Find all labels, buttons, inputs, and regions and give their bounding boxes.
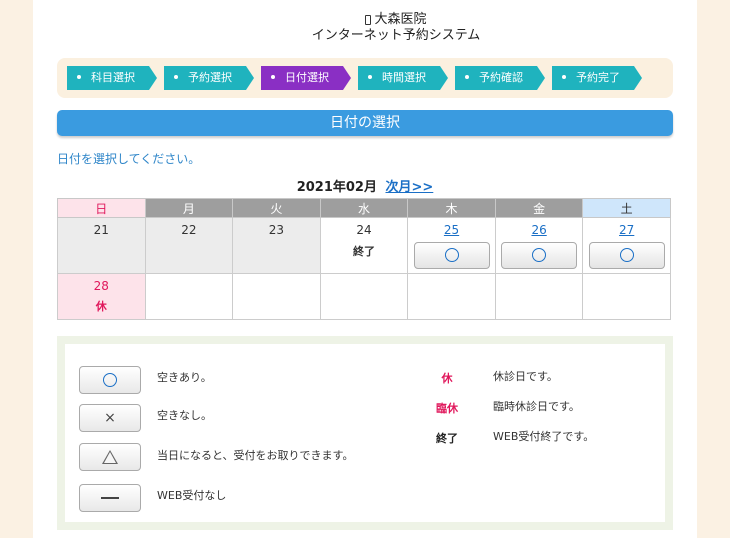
available-button-26[interactable] [501,242,578,269]
calendar-day-26: 26 [494,217,584,274]
weekday-header-row: 日 月 火 水 木 金 土 [57,198,671,218]
circle-icon [619,248,634,262]
day-link-27[interactable]: 27 [583,222,670,238]
month-label: 2021年02月 [296,180,377,195]
bullet-icon [562,75,566,79]
legend-same-day-sample [79,443,141,471]
bullet-icon [77,75,81,79]
legend-available-text: 空きあり。 [157,371,212,384]
legend-no-web-text: WEB受付なし [157,489,227,502]
step-time: 時間選択 [358,66,448,90]
bullet-icon [271,75,275,79]
calendar-empty-cell [582,273,671,320]
page-header: 大森医院 インターネット予約システム [283,12,509,52]
calendar-day-24: 24 終了 [319,217,409,274]
calendar-empty-cell [232,273,321,320]
dash-icon [101,497,119,499]
month-navigation: 2021年02月 次月>> [33,176,697,195]
legend-available-sample [79,366,141,394]
legend-full-text: 空きなし。 [157,409,212,422]
step-date: 日付選択 [261,66,351,90]
bullet-icon [368,75,372,79]
weekday-sat: 土 [582,198,671,218]
day-link-25[interactable]: 25 [408,222,495,238]
calendar-day-27: 27 [582,217,671,274]
legend-temp-holiday-desc: 臨時休診日です。 [493,400,580,413]
system-name: インターネット予約システム [311,28,481,43]
cross-icon: × [104,410,116,426]
bullet-icon [174,75,178,79]
weekday-wed: 水 [319,198,409,218]
available-button-25[interactable] [413,242,490,269]
step-complete: 予約完了 [552,66,642,90]
legend-panel: 空きあり。 × 空きなし。 当日になると、受付をお取りできます。 WEB受付なし… [57,336,673,530]
circle-icon [532,248,547,262]
step-confirm: 予約確認 [455,66,545,90]
page: 大森医院 インターネット予約システム 科目選択 予約選択 日付選択 時間選択 予… [33,0,697,538]
calendar-week-row: 28 休 [57,273,671,320]
calendar-empty-cell [494,273,584,320]
available-button-27[interactable] [588,242,665,269]
calendar-empty-cell [319,273,409,320]
calendar-empty-cell [144,273,234,320]
legend-holiday-desc: 休診日です。 [493,370,558,383]
legend-closed-mark: 終了 [436,432,458,445]
legend-full-sample: × [79,404,141,432]
calendar-empty-cell [407,273,496,320]
status-closed: 終了 [352,245,375,258]
calendar-day-21: 21 [57,217,146,274]
circle-icon [103,373,117,387]
legend-holiday-mark: 休 [441,372,453,385]
weekday-sun: 日 [57,198,146,218]
legend-closed-desc: WEB受付終了です。 [493,430,595,443]
weekday-mon: 月 [144,198,234,218]
legend-same-day-text: 当日になると、受付をお取りできます。 [157,449,354,462]
calendar-day-28: 28 休 [57,273,146,320]
legend-no-web-sample [79,484,141,512]
calendar-day-25: 25 [407,217,496,274]
step-reservation: 予約選択 [164,66,254,90]
weekday-tue: 火 [232,198,321,218]
day-link-26[interactable]: 26 [496,222,583,238]
step-subject: 科目選択 [67,66,157,90]
bullet-icon [465,75,469,79]
progress-steps: 科目選択 予約選択 日付選択 時間選択 予約確認 予約完了 [57,58,673,98]
clinic-name: 大森医院 [374,12,427,27]
building-icon [365,15,372,25]
legend-content: 空きあり。 × 空きなし。 当日になると、受付をお取りできます。 WEB受付なし… [65,344,665,522]
triangle-icon [102,450,118,464]
status-holiday: 休 [95,300,107,313]
calendar-week-row: 21 22 23 24 終了 25 26 27 [57,217,671,274]
calendar-day-22: 22 [144,217,234,274]
calendar-table: 日 月 火 水 木 金 土 21 22 23 24 終了 25 26 27 28… [57,198,671,320]
weekday-fri: 金 [494,198,584,218]
instruction-text: 日付を選択してください。 [57,152,201,166]
next-month-link[interactable]: 次月>> [386,180,434,195]
circle-icon [444,248,459,262]
legend-temp-holiday-mark: 臨休 [436,402,458,415]
calendar-day-23: 23 [232,217,321,274]
section-title: 日付の選択 [57,110,673,136]
weekday-thu: 木 [407,198,496,218]
